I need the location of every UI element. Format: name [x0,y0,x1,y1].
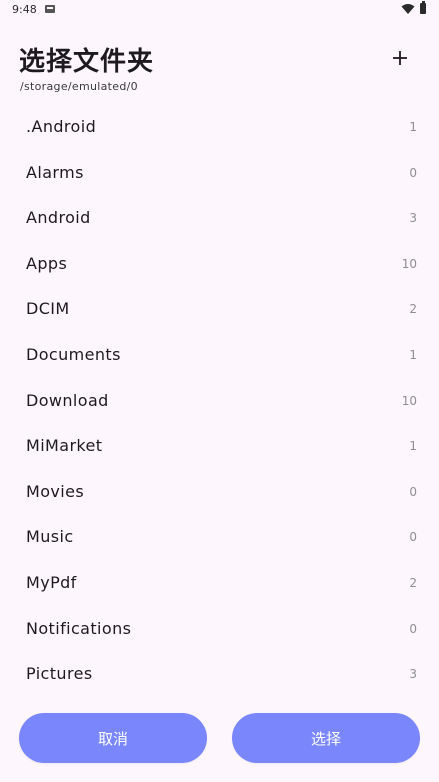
folder-name: Movies [26,481,85,501]
folder-count: 0 [409,621,417,636]
folder-name: Music [26,527,74,547]
select-button[interactable]: 选择 [232,713,420,763]
current-path: /storage/emulated/0 [20,80,138,93]
folder-item[interactable]: Android 3 [0,195,439,241]
folder-count: 1 [409,120,417,134]
folder-item[interactable]: Movies 0 [0,469,439,515]
folder-count: 10 [401,256,417,271]
folder-count: 2 [409,575,417,590]
folder-item[interactable]: MiMarket 1 [0,423,439,469]
folder-name: Download [26,390,109,410]
folder-count: 1 [409,439,417,454]
add-folder-button[interactable] [382,40,418,76]
folder-item[interactable]: Pictures 3 [0,651,439,697]
folder-item[interactable]: Documents 1 [0,332,439,378]
folder-name: Documents [26,344,121,364]
folder-count: 1 [409,347,417,362]
folder-item[interactable]: MyPdf 2 [0,560,439,606]
wifi-icon [401,4,415,14]
status-bar: 9:48 [0,0,439,20]
cancel-button[interactable]: 取消 [19,713,207,763]
folder-name: Android [26,208,91,228]
folder-list: .Android 1 Alarms 0 Android 3 Apps 10 DC… [0,104,439,697]
folder-item[interactable]: Notifications 0 [0,606,439,652]
folder-name: DCIM [26,299,70,319]
folder-item[interactable]: Alarms 0 [0,150,439,196]
folder-count: 0 [409,165,417,180]
notification-icon [45,5,55,13]
folder-count: 2 [409,302,417,317]
folder-item[interactable]: Download 10 [0,378,439,424]
page-title: 选择文件夹 [19,47,155,77]
folder-name: Pictures [26,664,93,684]
folder-name: MyPdf [26,572,77,592]
folder-item[interactable]: DCIM 2 [0,286,439,332]
battery-icon [420,1,426,14]
status-time: 9:48 [12,3,37,16]
folder-name: Alarms [26,162,84,182]
folder-item[interactable]: Music 0 [0,514,439,560]
folder-count: 3 [409,211,417,226]
folder-count: 3 [409,667,417,682]
folder-name: Notifications [26,618,132,638]
folder-name: Apps [26,253,68,273]
folder-item[interactable]: Apps 10 [0,241,439,287]
plus-icon [393,51,407,65]
folder-count: 10 [401,393,417,408]
folder-name: .Android [26,117,97,136]
folder-name: MiMarket [26,436,103,456]
folder-count: 0 [409,530,417,545]
folder-count: 0 [409,484,417,499]
footer-actions: 取消 选择 [0,713,439,763]
folder-item[interactable]: .Android 1 [0,104,439,150]
